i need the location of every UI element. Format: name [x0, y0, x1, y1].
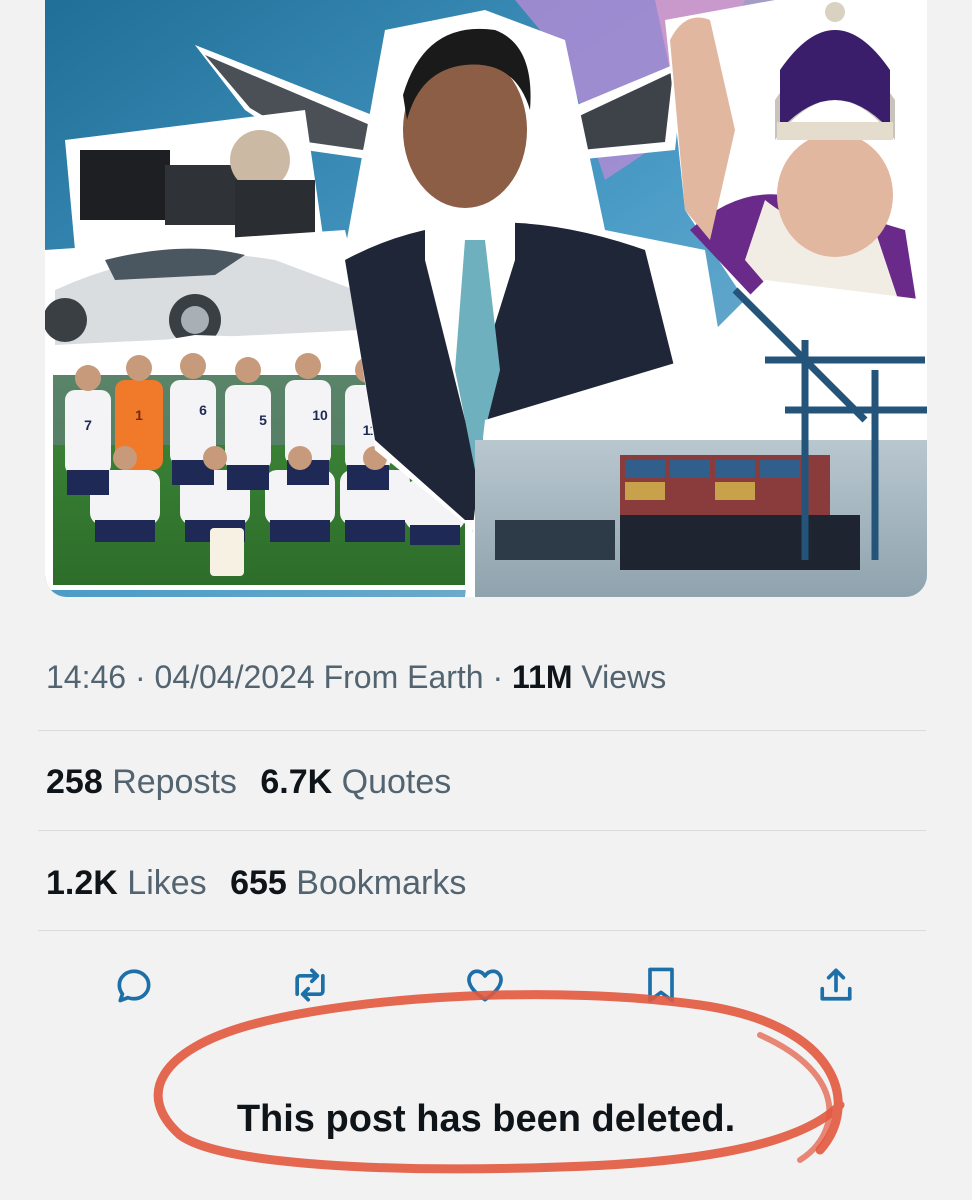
like-button[interactable]	[441, 960, 529, 1010]
deleted-post-notice: This post has been deleted.	[236, 1098, 736, 1140]
tweet-time[interactable]: 14:46	[46, 659, 126, 695]
jersey-number: 7	[84, 417, 92, 433]
reply-button[interactable]	[90, 960, 178, 1010]
share-icon	[820, 968, 852, 1001]
bookmarks-label: Bookmarks	[296, 864, 467, 902]
reply-icon	[117, 969, 151, 1003]
repost-button[interactable]	[266, 960, 354, 1010]
tweet-media-image[interactable]: 7 1 6 5 10 11	[45, 0, 927, 597]
share-button[interactable]	[792, 960, 880, 1010]
meta-separator: ·	[134, 659, 146, 695]
jersey-number: 1	[135, 407, 143, 423]
tweet-metadata: 14:46 · 04/04/2024 From Earth · 11M View…	[46, 655, 926, 699]
divider	[38, 730, 926, 731]
likes-stat[interactable]: 1.2K Likes	[46, 864, 216, 902]
quotes-label: Quotes	[341, 763, 452, 801]
reposts-label: Reposts	[112, 763, 237, 801]
collage-illustration: 7 1 6 5 10 11	[45, 0, 927, 597]
bookmarks-count: 655	[230, 864, 287, 902]
views-count: 11M	[512, 659, 573, 695]
repost-icon	[294, 968, 325, 1002]
likes-label: Likes	[127, 864, 207, 902]
jersey-number: 6	[199, 402, 207, 418]
red-circle-annotation	[153, 990, 845, 1174]
jersey-number: 10	[312, 407, 328, 423]
reposts-quotes-row: 258 Reposts 6.7K Quotes	[46, 759, 926, 805]
bookmark-icon	[647, 967, 674, 1003]
quotes-stat[interactable]: 6.7K Quotes	[260, 763, 451, 801]
reposts-stat[interactable]: 258 Reposts	[46, 763, 246, 801]
tweet-source: From Earth	[323, 659, 484, 695]
likes-count: 1.2K	[46, 864, 118, 902]
bookmarks-stat[interactable]: 655 Bookmarks	[230, 864, 466, 902]
divider	[38, 930, 926, 931]
quotes-count: 6.7K	[260, 763, 333, 801]
tweet-date[interactable]: 04/04/2024	[155, 659, 315, 695]
meta-separator: ·	[492, 659, 504, 695]
heart-icon	[467, 969, 503, 1002]
tweet-action-bar	[90, 960, 880, 1010]
tweet-detail: 7 1 6 5 10 11 14:46 · 04/04/2024 From Ea…	[0, 0, 972, 1200]
reposts-count: 258	[46, 763, 103, 801]
bookmark-button[interactable]	[617, 960, 705, 1010]
views-label: Views	[581, 659, 667, 695]
jersey-number: 5	[259, 412, 267, 428]
divider	[38, 830, 926, 831]
likes-bookmarks-row: 1.2K Likes 655 Bookmarks	[46, 860, 926, 906]
